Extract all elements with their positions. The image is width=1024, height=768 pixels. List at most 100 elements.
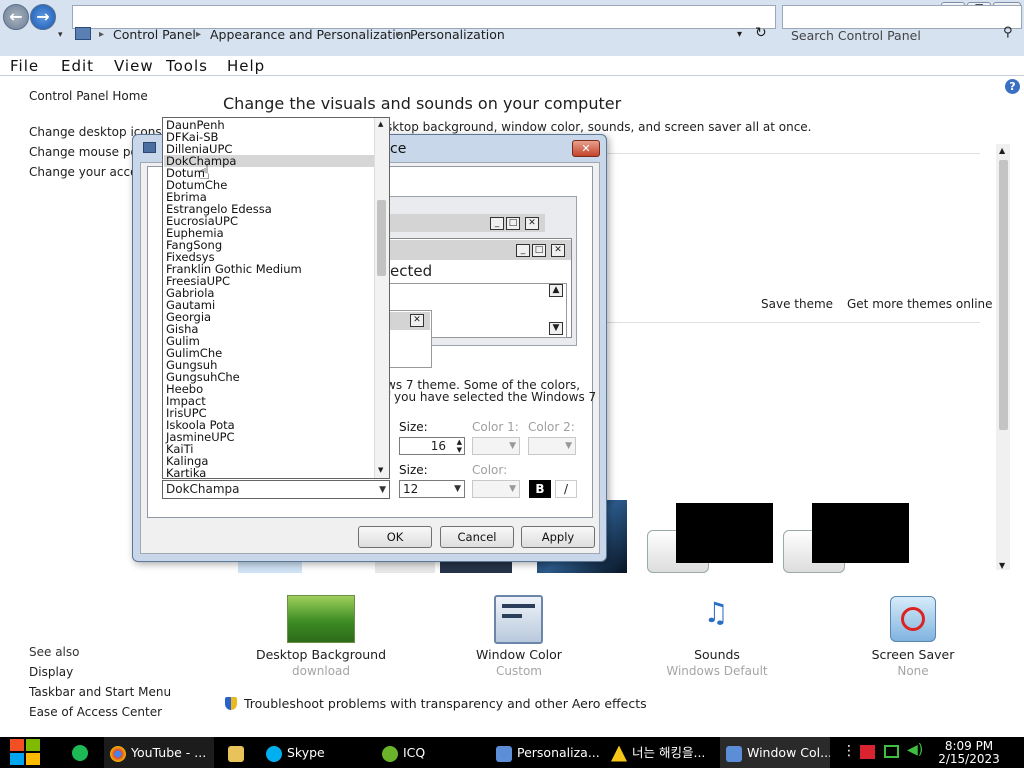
icq-icon (382, 745, 398, 762)
font-list-scrollbar[interactable] (374, 118, 389, 478)
search-input[interactable] (782, 5, 1022, 29)
breadcrumb-appearance[interactable]: Appearance and Personalization (210, 27, 411, 42)
menu-view[interactable]: View (114, 57, 154, 75)
font-size-label: Size: (399, 463, 428, 477)
theme-thumbnail-black[interactable] (676, 503, 773, 563)
breadcrumb-personalization[interactable]: Personalization (410, 27, 505, 42)
taskbar-start-menu-link[interactable]: Taskbar and Start Menu (29, 685, 171, 699)
dialog-title: ce (390, 141, 407, 157)
preview-close-icon: ✕ (525, 217, 539, 230)
taskbar-item-label: 너는 해킹을... (632, 745, 706, 760)
info-text-line2: f you have selected the Windows 7 (386, 390, 597, 404)
taskbar-item-youtube[interactable]: YouTube - ... (104, 737, 214, 768)
clock[interactable]: 8:09 PM 2/15/2023 (937, 740, 1001, 766)
color1-label: Color 1: (472, 420, 519, 434)
clock-date: 2/15/2023 (938, 752, 1000, 766)
font-list-scroll-up-icon[interactable]: ▲ (378, 120, 383, 128)
cancel-button[interactable]: Cancel (440, 526, 514, 548)
display-link[interactable]: Display (29, 665, 73, 679)
window-color-label[interactable]: Window Color (439, 647, 599, 662)
color2-label: Color 2: (528, 420, 575, 434)
folder-icon (228, 745, 244, 762)
desktop-background-label[interactable]: Desktop Background (241, 647, 401, 662)
menu-tools[interactable]: Tools (166, 57, 208, 75)
menu-edit[interactable]: Edit (61, 57, 94, 75)
item-size-stepper[interactable]: 16 ▲ ▼ (399, 437, 465, 455)
font-list-scroll-down-icon[interactable]: ▼ (378, 466, 383, 474)
taskbar-item-label: YouTube - ... (131, 745, 207, 760)
refresh-icon[interactable]: ↻ (755, 25, 767, 41)
themes-scrollbar-thumb[interactable] (999, 160, 1008, 430)
font-size-select[interactable]: 12 ▼ (399, 480, 465, 498)
preview-minimize-icon: _ (516, 244, 530, 257)
breadcrumb[interactable] (72, 5, 776, 29)
theme-thumbnail-black[interactable] (812, 503, 909, 563)
sounds-label[interactable]: Sounds (637, 647, 797, 662)
overflow-menu-icon[interactable]: ⋮ (842, 743, 856, 759)
font-color-select[interactable]: ▼ (472, 480, 520, 498)
help-icon[interactable]: ? (1005, 79, 1020, 94)
volume-icon[interactable]: ◀) (907, 742, 923, 758)
stepper-arrows-icon[interactable]: ▲ ▼ (457, 438, 462, 454)
screen-saver-label[interactable]: Screen Saver (833, 647, 993, 662)
scroll-up-icon[interactable]: ▲ (999, 146, 1005, 155)
scroll-down-icon[interactable]: ▼ (999, 561, 1005, 570)
taskbar-item-personalization[interactable]: Personaliza... (490, 737, 600, 768)
taskbar-item-skype[interactable]: Skype (260, 737, 370, 768)
font-list-item[interactable]: Kartika (166, 467, 206, 478)
taskbar-item-label: Skype (287, 745, 325, 760)
network-icon[interactable] (884, 745, 899, 758)
chevron-down-icon[interactable]: ▼ (379, 482, 386, 499)
taskbar-item-warning[interactable]: 너는 해킹을... (605, 737, 715, 768)
preview-minimize-icon: _ (490, 217, 504, 230)
control-panel-icon (496, 745, 512, 762)
window-color-sub: Custom (496, 664, 542, 678)
ok-button[interactable]: OK (358, 526, 432, 548)
preview-maximize-icon: □ (532, 244, 546, 257)
preview-scroll-down-icon: ▼ (549, 322, 563, 335)
menu-file[interactable]: File (10, 57, 39, 75)
font-list-scrollbar-thumb[interactable] (377, 200, 386, 276)
apply-button[interactable]: Apply (521, 526, 595, 548)
ease-of-access-link[interactable]: Ease of Access Center (29, 705, 162, 719)
breadcrumb-separator-icon: ▸ (396, 29, 402, 40)
preview-maximize-icon: □ (506, 217, 520, 230)
font-size-value: 12 (403, 482, 419, 496)
menu-help[interactable]: Help (227, 57, 265, 75)
save-theme-link[interactable]: Save theme (761, 297, 833, 311)
page-title: Change the visuals and sounds on your co… (223, 94, 622, 113)
item-size-value: 16 (430, 439, 446, 453)
dialog-close-button[interactable]: ✕ (572, 140, 600, 157)
control-panel-home-link[interactable]: Control Panel Home (29, 89, 148, 103)
taskbar-item-icq[interactable]: ICQ (376, 737, 486, 768)
search-icon[interactable]: ⚲ (1003, 25, 1013, 40)
desktop-background-icon[interactable] (287, 595, 355, 643)
desktop-background-sub: download (291, 664, 351, 678)
forward-button[interactable]: → (30, 4, 56, 30)
taskbar-item-window-color[interactable]: Window Col... (720, 737, 830, 768)
color1-select[interactable]: ▼ (472, 437, 520, 455)
font-select[interactable]: DokChampa ▼ (162, 480, 390, 499)
troubleshoot-link[interactable]: Troubleshoot problems with transparency … (244, 696, 647, 711)
window-color-icon[interactable] (494, 595, 543, 644)
color2-select[interactable]: ▼ (528, 437, 576, 455)
spotify-icon[interactable] (72, 745, 88, 761)
item-size-label: Size: (399, 420, 428, 434)
address-dropdown-icon[interactable]: ▾ (737, 29, 742, 40)
flag-icon[interactable] (860, 745, 875, 759)
preview-menu-text: ected (390, 262, 433, 280)
get-more-themes-link[interactable]: Get more themes online (847, 297, 993, 311)
screen-saver-icon[interactable] (890, 596, 936, 642)
bold-toggle[interactable]: B (529, 480, 551, 498)
taskbar-item-label: Personaliza... (517, 745, 600, 760)
back-button[interactable]: ← (3, 4, 29, 30)
italic-toggle[interactable]: / (555, 480, 577, 498)
start-button[interactable] (10, 739, 42, 766)
screen-saver-sub: None (897, 664, 929, 678)
sounds-icon[interactable]: ♫ (692, 596, 740, 642)
font-dropdown-list[interactable]: DaunPenh DFKai-SB DilleniaUPC DokChampa Dotu… (162, 117, 390, 479)
taskbar-item-explorer[interactable] (220, 737, 252, 768)
recent-pages-icon[interactable]: ▾ (58, 30, 63, 40)
breadcrumb-control-panel[interactable]: Control Panel (113, 27, 196, 42)
breadcrumb-separator-icon: ▸ (99, 29, 105, 40)
